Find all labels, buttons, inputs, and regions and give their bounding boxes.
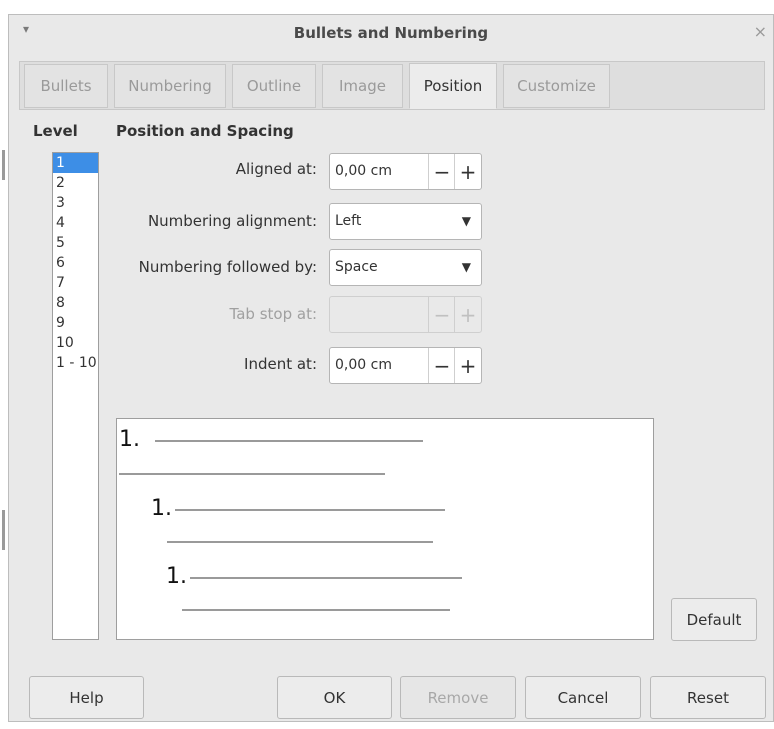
chevron-down-icon: ▼	[461, 214, 471, 228]
preview-line	[155, 440, 423, 442]
chevron-down-icon: ▼	[461, 260, 471, 274]
edge-mark	[2, 150, 5, 180]
default-button[interactable]: Default	[671, 598, 757, 641]
indent-at-value[interactable]: 0,00 cm	[335, 357, 392, 373]
edge-mark	[2, 510, 5, 550]
preview-line	[190, 577, 462, 579]
background-edge	[0, 0, 8, 729]
reset-button[interactable]: Reset	[650, 676, 766, 719]
numbering-followed-by-value: Space	[335, 259, 378, 275]
numbering-preview: 1. 1. 1.	[116, 418, 654, 640]
position-spacing-heading: Position and Spacing	[116, 122, 294, 140]
bullets-numbering-dialog: ▾ Bullets and Numbering × Bullets Number…	[8, 14, 774, 722]
tab-bar: Bullets Numbering Outline Image Position…	[19, 61, 765, 110]
cancel-button[interactable]: Cancel	[525, 676, 641, 719]
level-heading: Level	[33, 122, 78, 140]
preview-line	[167, 541, 433, 543]
tab-image[interactable]: Image	[322, 64, 403, 108]
numbering-followed-by-label: Numbering followed by:	[138, 258, 317, 276]
tab-numbering[interactable]: Numbering	[114, 64, 226, 108]
dialog-title: Bullets and Numbering	[293, 24, 489, 42]
numbering-followed-by-select[interactable]: Space ▼	[329, 249, 482, 286]
aligned-at-label: Aligned at:	[235, 160, 317, 178]
preview-number-level3: 1.	[166, 564, 187, 589]
level-item-6[interactable]: 6	[53, 253, 98, 273]
numbering-alignment-label: Numbering alignment:	[147, 212, 317, 230]
aligned-at-decrement-button[interactable]: −	[428, 154, 455, 189]
tab-stop-decrement-button[interactable]: −	[428, 297, 455, 332]
level-item-9[interactable]: 9	[53, 313, 98, 333]
level-item-7[interactable]: 7	[53, 273, 98, 293]
level-item-2[interactable]: 2	[53, 173, 98, 193]
tab-bullets[interactable]: Bullets	[24, 64, 108, 108]
tab-stop-increment-button[interactable]: +	[454, 297, 481, 332]
title-bar: ▾ Bullets and Numbering ×	[9, 15, 773, 51]
indent-at-label: Indent at:	[244, 355, 317, 373]
help-button[interactable]: Help	[29, 676, 144, 719]
preview-line	[175, 509, 445, 511]
close-icon[interactable]: ×	[754, 22, 767, 41]
indent-at-field[interactable]: 0,00 cm − +	[329, 347, 482, 384]
level-list[interactable]: 1 2 3 4 5 6 7 8 9 10 1 - 10	[52, 152, 99, 640]
level-item-10[interactable]: 10	[53, 333, 98, 353]
level-item-all[interactable]: 1 - 10	[53, 353, 98, 373]
aligned-at-field[interactable]: 0,00 cm − +	[329, 153, 482, 190]
aligned-at-increment-button[interactable]: +	[454, 154, 481, 189]
preview-line	[119, 473, 385, 475]
indent-at-increment-button[interactable]: +	[454, 348, 481, 383]
preview-line	[182, 609, 450, 611]
level-item-3[interactable]: 3	[53, 193, 98, 213]
indent-at-decrement-button[interactable]: −	[428, 348, 455, 383]
numbering-alignment-select[interactable]: Left ▼	[329, 203, 482, 240]
level-item-5[interactable]: 5	[53, 233, 98, 253]
ok-button[interactable]: OK	[277, 676, 392, 719]
level-item-8[interactable]: 8	[53, 293, 98, 313]
tab-customize[interactable]: Customize	[503, 64, 610, 108]
tab-outline[interactable]: Outline	[232, 64, 316, 108]
tab-stop-at-field[interactable]: − +	[329, 296, 482, 333]
remove-button[interactable]: Remove	[400, 676, 516, 719]
aligned-at-value[interactable]: 0,00 cm	[335, 163, 392, 179]
level-item-4[interactable]: 4	[53, 213, 98, 233]
tab-position[interactable]: Position	[409, 63, 497, 109]
tab-stop-at-label: Tab stop at:	[229, 305, 317, 323]
level-item-1[interactable]: 1	[53, 153, 98, 173]
numbering-alignment-value: Left	[335, 213, 362, 229]
preview-number-level2: 1.	[151, 496, 172, 521]
preview-number-level1: 1.	[119, 427, 140, 452]
